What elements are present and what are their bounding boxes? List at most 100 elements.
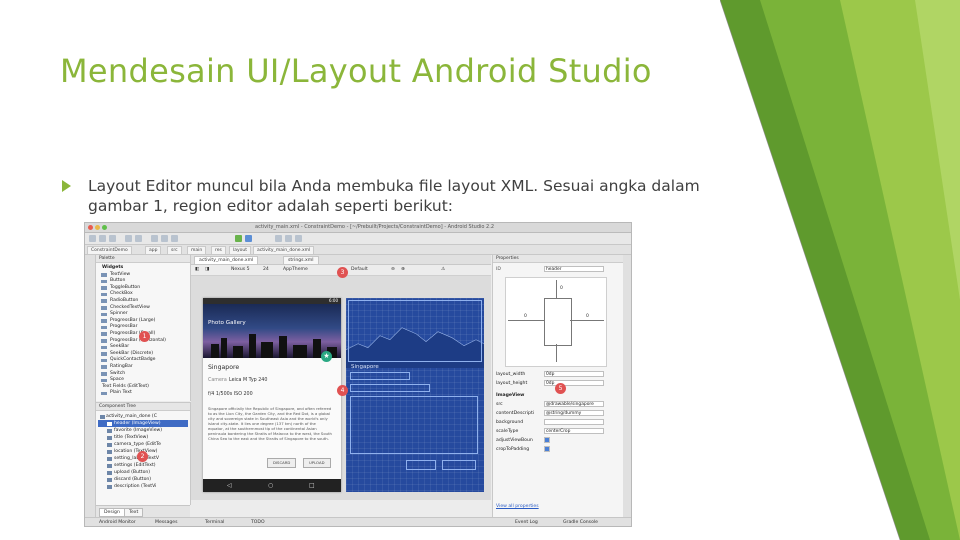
todo-button[interactable]: TODO — [251, 519, 265, 526]
paste-icon[interactable] — [171, 235, 178, 242]
property-value[interactable]: 0dp — [544, 380, 604, 386]
palette-item[interactable]: RatingBar — [98, 364, 188, 371]
tree-item[interactable]: camera_type (EditTe — [98, 441, 188, 448]
home-icon[interactable]: ○ — [268, 482, 273, 489]
tree-item[interactable]: header (ImageView) — [98, 420, 188, 427]
textview-icon — [107, 457, 112, 461]
blueprint-camera-box[interactable] — [350, 372, 410, 380]
blueprint-discard-box[interactable] — [406, 460, 436, 470]
android-monitor-button[interactable]: Android Monitor — [99, 519, 136, 526]
palette-item-label: CheckedTextView — [110, 304, 150, 310]
design-preview[interactable]: Photo Gallery 6:00 ★ Singapore Camera Le… — [203, 298, 341, 492]
zoom-out-icon[interactable]: ⊖ — [391, 267, 395, 273]
tab-activity-main[interactable]: activity_main_done.xml — [194, 256, 259, 265]
tree-item[interactable]: title (TextView) — [98, 434, 188, 441]
tree-item[interactable]: settings (EditText) — [98, 462, 188, 469]
tab-text[interactable]: Text — [124, 508, 144, 517]
margin-top[interactable]: 0 — [560, 286, 563, 291]
warnings-icon[interactable]: ⚠ — [441, 267, 445, 273]
property-value[interactable]: centerCrop — [544, 428, 604, 434]
messages-button[interactable]: Messages — [155, 519, 178, 526]
palette-item[interactable]: SeekBar — [98, 344, 188, 351]
margin-right[interactable]: 0 — [586, 314, 589, 319]
breadcrumb-item[interactable]: app — [145, 246, 162, 255]
blueprint-header-box[interactable] — [348, 300, 482, 362]
widget-icon — [101, 299, 107, 303]
design-mode-icon[interactable]: ◧ — [195, 267, 199, 273]
breadcrumb-item[interactable]: res — [211, 246, 226, 255]
property-value[interactable]: 0dp — [544, 371, 604, 377]
blueprint-settings-box[interactable] — [350, 384, 430, 392]
widget-icon — [101, 306, 107, 310]
tree-item[interactable]: discard (Button) — [98, 476, 188, 483]
palette-item[interactable]: CheckBox — [98, 291, 188, 298]
tree-item[interactable]: upload (Button) — [98, 469, 188, 476]
help-icon[interactable] — [295, 235, 302, 242]
device-selector[interactable]: Nexus 5 — [231, 267, 250, 273]
blueprint-upload-box[interactable] — [442, 460, 476, 470]
palette-group[interactable]: Widgets — [98, 265, 188, 272]
palette-item[interactable]: ProgressBar — [98, 324, 188, 331]
language-selector[interactable]: Default — [351, 267, 368, 273]
palette-item-label: RadioButton — [110, 297, 139, 303]
palette-item[interactable]: Button — [98, 278, 188, 285]
view-all-properties-link[interactable]: View all properties — [496, 503, 620, 510]
redo-icon[interactable] — [135, 235, 142, 242]
blueprint-description-box[interactable] — [350, 396, 478, 454]
id-row: ID header — [496, 266, 620, 273]
sync-icon[interactable] — [109, 235, 116, 242]
bottom-tool-bar: Android Monitor Messages Terminal TODO E… — [85, 517, 631, 526]
id-field[interactable]: header — [544, 266, 604, 272]
property-value[interactable]: @string/dummy — [544, 410, 604, 416]
theme-selector[interactable]: AppTheme — [283, 267, 308, 273]
property-value[interactable]: @drawable/singapore — [544, 401, 604, 407]
breadcrumb-item[interactable]: src — [167, 246, 182, 255]
back-icon[interactable]: ◁ — [227, 482, 232, 489]
close-dot-icon[interactable] — [88, 225, 93, 230]
tree-item-label: discard (Button) — [114, 477, 152, 482]
blueprint-preview[interactable]: Singapore — [346, 298, 484, 492]
property-value[interactable] — [544, 419, 604, 425]
palette-item[interactable]: RadioButton — [98, 298, 188, 305]
tree-item[interactable]: favorite (ImageView) — [98, 427, 188, 434]
discard-button[interactable]: DISCARD — [267, 458, 297, 468]
blueprint-mode-icon[interactable]: ◨ — [205, 267, 209, 273]
cut-icon[interactable] — [151, 235, 158, 242]
maximize-dot-icon[interactable] — [102, 225, 107, 230]
open-icon[interactable] — [89, 235, 96, 242]
save-icon[interactable] — [99, 235, 106, 242]
breadcrumb-item[interactable]: layout — [229, 246, 252, 255]
zoom-in-icon[interactable]: ⊕ — [401, 267, 405, 273]
gradle-console-button[interactable]: Gradle Console — [563, 519, 598, 526]
property-name: layout_width — [496, 372, 526, 377]
favorite-star-icon[interactable]: ★ — [321, 351, 332, 362]
event-log-button[interactable]: Event Log — [515, 519, 538, 526]
constraint-inspector[interactable]: 0 0 0 — [505, 277, 607, 367]
avd-manager-icon[interactable] — [285, 235, 292, 242]
palette-item[interactable]: Space — [98, 377, 188, 384]
debug-icon[interactable] — [245, 235, 252, 242]
upload-button[interactable]: UPLOAD — [303, 458, 331, 468]
undo-icon[interactable] — [125, 235, 132, 242]
header-image[interactable]: Photo Gallery — [203, 304, 341, 358]
margin-left[interactable]: 0 — [524, 314, 527, 319]
property-checkbox[interactable] — [544, 446, 550, 452]
minimize-dot-icon[interactable] — [95, 225, 100, 230]
palette-item[interactable]: Spinner — [98, 311, 188, 318]
breadcrumb-item[interactable]: main — [187, 246, 207, 255]
sdk-manager-icon[interactable] — [275, 235, 282, 242]
api-selector[interactable]: 24 — [263, 267, 269, 273]
tab-strings[interactable]: strings.xml — [283, 256, 319, 265]
breadcrumb-item[interactable]: ConstraintDemo — [87, 246, 132, 255]
tree-item[interactable]: activity_main_done (C — [98, 413, 188, 420]
palette-item[interactable]: QuickContactBadge — [98, 357, 188, 364]
recents-icon[interactable]: □ — [309, 482, 315, 489]
copy-icon[interactable] — [161, 235, 168, 242]
tree-item[interactable]: description (TextVi — [98, 483, 188, 490]
property-checkbox[interactable] — [544, 437, 550, 443]
palette-item[interactable]: Plain Text — [98, 390, 188, 397]
breadcrumb-item[interactable]: activity_main_done.xml — [253, 246, 315, 255]
run-icon[interactable] — [235, 235, 242, 242]
tab-design[interactable]: Design — [99, 508, 125, 517]
terminal-button[interactable]: Terminal — [205, 519, 224, 526]
